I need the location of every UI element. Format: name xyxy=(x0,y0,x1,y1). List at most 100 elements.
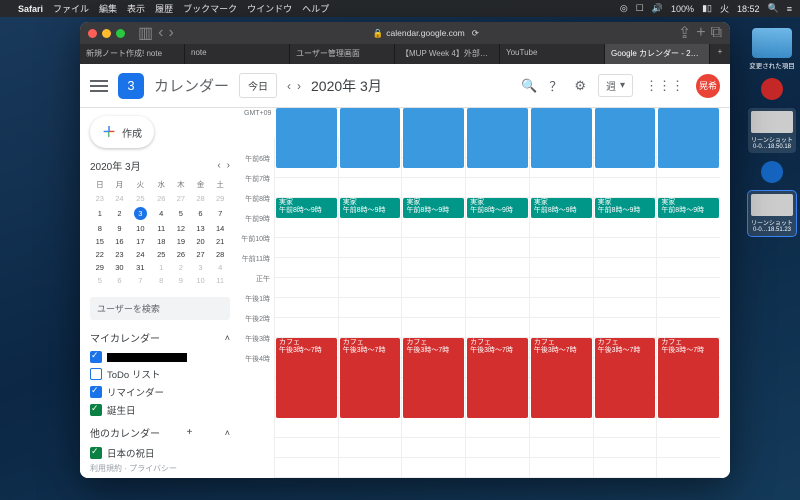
spotlight-icon[interactable]: 🔍 xyxy=(768,3,779,14)
mini-day[interactable]: 11 xyxy=(151,222,171,235)
help-icon[interactable]: ？ xyxy=(549,76,562,95)
mini-day[interactable]: 13 xyxy=(191,222,211,235)
mini-day[interactable]: 2 xyxy=(110,205,130,222)
event-block[interactable] xyxy=(658,108,719,168)
view-selector[interactable]: 週 ▾ xyxy=(598,74,633,97)
calendar-checkbox[interactable] xyxy=(90,351,102,363)
mini-day[interactable]: 1 xyxy=(151,261,171,274)
mini-day[interactable]: 7 xyxy=(129,274,151,287)
event-cafe[interactable]: カフェ午後3時～7時 xyxy=(340,338,401,418)
event-block[interactable] xyxy=(595,108,656,168)
day-column[interactable]: 実家午前8時～9時カフェ午後3時～7時 xyxy=(274,138,338,478)
mini-day[interactable]: 31 xyxy=(129,261,151,274)
mini-day[interactable]: 8 xyxy=(90,222,110,235)
search-icon[interactable]: 🔍 xyxy=(521,78,537,94)
mini-day[interactable]: 25 xyxy=(129,192,151,205)
mini-day[interactable]: 23 xyxy=(110,248,130,261)
mini-day[interactable]: 4 xyxy=(210,261,230,274)
calendar-item[interactable] xyxy=(90,349,230,365)
mini-day[interactable]: 22 xyxy=(90,248,110,261)
mini-day[interactable]: 3 xyxy=(129,205,151,222)
menubar-app-name[interactable]: Safari xyxy=(18,4,43,14)
screenshot-thumb-1[interactable]: リーンショット 0-0…18.50.18 xyxy=(748,108,796,153)
zoom-icon[interactable] xyxy=(116,29,125,38)
mini-day[interactable]: 14 xyxy=(210,222,230,235)
today-button[interactable]: 今日 xyxy=(239,73,277,98)
mini-day[interactable]: 9 xyxy=(110,222,130,235)
mini-next-icon[interactable]: › xyxy=(227,160,230,171)
calendar-item[interactable]: リマインダー xyxy=(90,383,230,401)
mini-day[interactable]: 10 xyxy=(191,274,211,287)
event-cafe[interactable]: カフェ午後3時～7時 xyxy=(467,338,528,418)
mini-day[interactable]: 11 xyxy=(210,274,230,287)
footer-links[interactable]: 利用規約 · プライバシー xyxy=(90,463,177,474)
minimize-icon[interactable] xyxy=(102,29,111,38)
calendar-checkbox[interactable] xyxy=(90,386,102,398)
create-button[interactable]: ＋ 作成 xyxy=(90,116,154,148)
event-block[interactable] xyxy=(276,108,337,168)
event-cafe[interactable]: カフェ午後3時～7時 xyxy=(403,338,464,418)
share-icon[interactable]: ⇪ xyxy=(678,23,691,43)
hamburger-icon[interactable] xyxy=(90,80,108,92)
mini-day[interactable]: 25 xyxy=(151,248,171,261)
mini-day[interactable]: 28 xyxy=(210,248,230,261)
new-tab-icon[interactable]: + xyxy=(696,24,705,42)
calendar-checkbox[interactable] xyxy=(90,447,102,459)
browser-tab[interactable]: YouTube xyxy=(500,44,605,64)
mini-day[interactable]: 1 xyxy=(90,205,110,222)
mini-day[interactable]: 6 xyxy=(110,274,130,287)
add-calendar-icon[interactable]: + xyxy=(186,427,192,438)
event-cafe[interactable]: カフェ午後3時～7時 xyxy=(276,338,337,418)
day-column[interactable]: 実家午前8時～9時カフェ午後3時～7時 xyxy=(529,138,593,478)
mini-day[interactable]: 29 xyxy=(90,261,110,274)
line-icon[interactable]: ◎ xyxy=(620,3,628,14)
menu-bookmarks[interactable]: ブックマーク xyxy=(183,2,237,15)
mini-day[interactable]: 6 xyxy=(191,205,211,222)
mini-day[interactable]: 20 xyxy=(191,235,211,248)
mini-day[interactable]: 30 xyxy=(110,261,130,274)
new-tab-button[interactable]: + xyxy=(710,44,730,64)
day-column[interactable]: 実家午前8時～9時カフェ午後3時～7時 xyxy=(593,138,657,478)
menu-history[interactable]: 履歴 xyxy=(155,2,173,15)
mini-day[interactable]: 16 xyxy=(110,235,130,248)
event-jikka[interactable]: 実家午前8時～9時 xyxy=(467,198,528,218)
day-column[interactable]: 実家午前8時～9時カフェ午後3時～7時 xyxy=(401,138,465,478)
settings-gear-icon[interactable]: ⚙ xyxy=(574,78,586,94)
mini-day[interactable]: 5 xyxy=(90,274,110,287)
event-cafe[interactable]: カフェ午後3時～7時 xyxy=(658,338,719,418)
menu-window[interactable]: ウインドウ xyxy=(247,2,292,15)
mini-day[interactable]: 26 xyxy=(171,248,191,261)
event-block[interactable] xyxy=(403,108,464,168)
browser-tab[interactable]: 新規ノート作成! note xyxy=(80,44,185,64)
control-center-icon[interactable]: ≡ xyxy=(787,4,792,14)
day-column[interactable]: 実家午前8時～9時カフェ午後3時～7時 xyxy=(338,138,402,478)
mini-day[interactable]: 3 xyxy=(191,261,211,274)
calendar-item[interactable]: 日本の祝日 xyxy=(90,444,230,462)
mini-day[interactable]: 7 xyxy=(210,205,230,222)
mini-day[interactable]: 2 xyxy=(171,261,191,274)
mini-day[interactable]: 15 xyxy=(90,235,110,248)
section-my-calendars[interactable]: マイカレンダー xyxy=(90,330,160,345)
week-grid[interactable]: GMT+09 日1月2火3水4木5金6土7 午前6時午前7時午前8時午前9時午前… xyxy=(240,108,730,478)
browser-tab[interactable]: 【MUP Week 4】外部転用・転職… xyxy=(395,44,500,64)
mini-day[interactable]: 28 xyxy=(191,192,211,205)
close-icon[interactable] xyxy=(88,29,97,38)
mini-day[interactable]: 27 xyxy=(171,192,191,205)
menu-file[interactable]: ファイル xyxy=(53,2,89,15)
display-icon[interactable]: ☐ xyxy=(636,3,644,14)
mini-day[interactable]: 4 xyxy=(151,205,171,222)
desktop-folder[interactable]: 変更された項目 xyxy=(748,26,796,70)
event-jikka[interactable]: 実家午前8時～9時 xyxy=(403,198,464,218)
desktop-red-badge[interactable] xyxy=(761,78,783,100)
desktop-blue-badge[interactable] xyxy=(761,161,783,183)
window-titlebar[interactable]: ▥ ‹ › 🔒 calendar.google.com ⟳ ⇪ + ⧉ xyxy=(80,22,730,44)
browser-tab[interactable]: note xyxy=(185,44,290,64)
calendar-item[interactable]: 誕生日 xyxy=(90,401,230,419)
menu-help[interactable]: ヘルプ xyxy=(302,2,329,15)
event-jikka[interactable]: 実家午前8時～9時 xyxy=(531,198,592,218)
calendar-checkbox[interactable] xyxy=(90,368,102,380)
screenshot-thumb-2[interactable]: リーンショット 0-0…18.51.23 xyxy=(748,191,796,236)
browser-tab[interactable]: Google カレンダー - 2020年 3月… xyxy=(605,44,710,64)
apps-grid-icon[interactable]: ⋮⋮⋮ xyxy=(645,78,684,94)
chevron-up-icon[interactable]: ˄ xyxy=(225,428,230,438)
